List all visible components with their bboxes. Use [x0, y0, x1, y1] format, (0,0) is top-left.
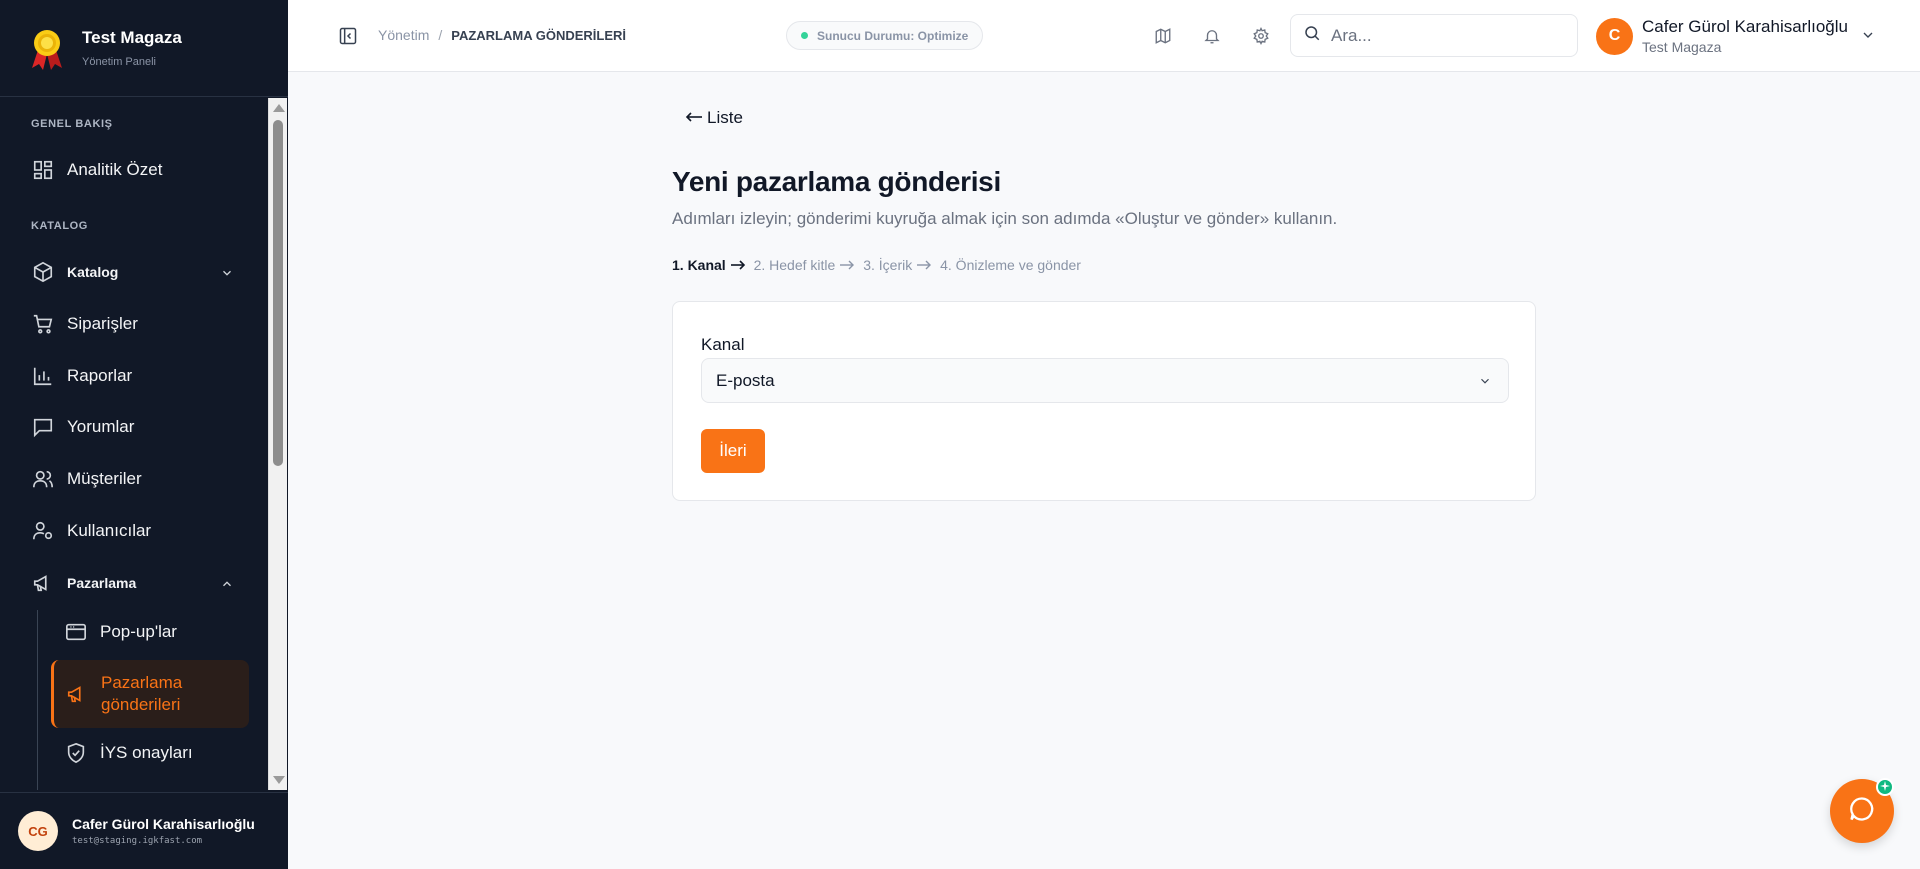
sidebar-item-orders[interactable]: Siparişler [31, 312, 138, 336]
profile-store: Test Magaza [1642, 39, 1722, 55]
topbar: Yönetim / PAZARLAMA GÖNDERİLERİ Sunucu D… [288, 0, 1920, 72]
sidebar-item-customers[interactable]: Müşteriler [31, 467, 142, 491]
breadcrumb-current: PAZARLAMA GÖNDERİLERİ [451, 27, 627, 43]
breadcrumb-separator: / [438, 27, 443, 43]
users-icon [31, 467, 55, 491]
sidebar-item-reviews[interactable]: Yorumlar [31, 415, 134, 439]
sidebar-item-reports[interactable]: Raporlar [31, 364, 132, 388]
search-box[interactable] [1290, 14, 1578, 57]
box-icon [31, 260, 55, 284]
submenu-guide-line [37, 610, 38, 790]
channel-form-card: Kanal E-posta İleri [672, 301, 1536, 501]
sidebar-item-label: Yorumlar [67, 417, 135, 436]
brand-header[interactable]: Test Magaza Yönetim Paneli [0, 0, 288, 97]
megaphone-icon [65, 682, 89, 706]
sidebar-item-label: Raporlar [67, 366, 133, 385]
chat-status-badge [1876, 778, 1894, 796]
chevron-down-icon[interactable] [1860, 27, 1876, 48]
bell-icon[interactable] [1201, 25, 1223, 47]
arrow-right-icon [730, 257, 746, 273]
sidebar-item-label: Pazarlama [67, 575, 137, 591]
sidebar-subitem-label: Pop-up'lar [100, 622, 177, 641]
page-title: Yeni pazarlama gönderisi [672, 166, 1001, 197]
medal-icon [26, 26, 68, 70]
page-subtitle: Adımları izleyin; gönderimi kuyruğa alma… [672, 209, 1338, 228]
megaphone-icon [31, 571, 55, 595]
sidebar-item-catalog[interactable]: Katalog [31, 260, 118, 284]
cart-icon [31, 312, 55, 336]
sidebar-item-label: Müşteriler [67, 469, 142, 488]
user-cog-icon [31, 519, 55, 543]
channel-select-value: E-posta [716, 370, 775, 390]
avatar: CG [18, 811, 58, 851]
window-icon [64, 620, 88, 644]
user-email: test@staging.igkfast.com [72, 836, 203, 846]
channel-label: Kanal [701, 335, 745, 354]
sidebar-collapse-icon[interactable] [338, 26, 358, 46]
sidebar-item-marketing[interactable]: Pazarlama [31, 571, 136, 595]
chevron-down-icon[interactable] [220, 266, 234, 285]
sidebar: Test Magaza Yönetim Paneli GENEL BAKIŞ A… [0, 0, 288, 869]
sidebar-subitem-marketing-sends[interactable]: Pazarlama gönderileri [51, 660, 249, 728]
avatar: C [1596, 17, 1633, 55]
brand-title: Test Magaza [82, 28, 182, 47]
sidebar-user-footer[interactable]: CG Cafer Gürol Karahisarlıoğlu test@stag… [0, 792, 288, 869]
section-label-overview: GENEL BAKIŞ [31, 118, 113, 130]
brand-subtitle: Yönetim Paneli [82, 56, 156, 68]
sidebar-subitem-label: Pazarlama gönderileri [101, 673, 183, 714]
arrow-left-icon [685, 108, 703, 128]
sidebar-subitem-label: İYS onayları [100, 743, 193, 762]
bar-chart-icon [31, 364, 55, 388]
arrow-right-icon [916, 257, 932, 273]
step-2: 2. Hedef kitle [754, 257, 856, 273]
sidebar-item-label: Kullanıcılar [67, 521, 152, 540]
chat-bubble-icon [1848, 795, 1876, 828]
arrow-right-icon [839, 257, 855, 273]
channel-select[interactable]: E-posta [701, 358, 1509, 403]
back-to-list-link[interactable]: Liste [685, 108, 743, 128]
breadcrumb-parent[interactable]: Yönetim [378, 27, 429, 43]
chevron-down-icon [1478, 373, 1492, 393]
status-dot [801, 32, 808, 39]
scrollbar-thumb[interactable] [273, 120, 283, 466]
sidebar-scrollbar[interactable] [268, 98, 287, 790]
dashboard-icon [31, 158, 55, 182]
message-icon [31, 415, 55, 439]
profile-name: Cafer Gürol Karahisarlıoğlu [1642, 17, 1848, 36]
sidebar-nav: GENEL BAKIŞ Analitik Özet KATALOG Katalo… [0, 98, 268, 790]
sidebar-item-label: Analitik Özet [67, 160, 163, 179]
sidebar-item-analytics[interactable]: Analitik Özet [31, 158, 162, 182]
gear-icon[interactable] [1250, 25, 1272, 47]
sidebar-item-users[interactable]: Kullanıcılar [31, 519, 151, 543]
user-name: Cafer Gürol Karahisarlıoğlu [72, 816, 255, 832]
shield-check-icon [64, 741, 88, 765]
breadcrumb: Yönetim / PAZARLAMA GÖNDERİLERİ [378, 27, 626, 43]
sidebar-item-label: Siparişler [67, 314, 138, 333]
scroll-up-arrow[interactable] [273, 104, 285, 112]
sidebar-item-label: Katalog [67, 264, 119, 280]
chevron-up-icon[interactable] [220, 577, 234, 596]
sidebar-subitem-iys[interactable]: İYS onayları [64, 741, 193, 765]
step-3: 3. İçerik [863, 257, 932, 273]
sparkle-icon [1880, 778, 1890, 796]
section-label-catalog: KATALOG [31, 220, 88, 232]
step-1: 1. Kanal [672, 257, 746, 273]
map-icon[interactable] [1152, 25, 1174, 47]
server-status-badge: Sunucu Durumu: Optimize [786, 21, 984, 50]
stepper: 1. Kanal 2. Hedef kitle 3. İçerik 4. Öni… [672, 257, 1089, 273]
sidebar-subitem-popups[interactable]: Pop-up'lar [64, 620, 177, 644]
server-status-text: Sunucu Durumu: Optimize [817, 28, 969, 43]
scroll-down-arrow[interactable] [273, 776, 285, 784]
step-4: 4. Önizleme ve gönder [940, 257, 1081, 273]
search-input[interactable] [1331, 25, 1561, 46]
search-icon [1303, 24, 1321, 47]
profile-menu[interactable]: C Cafer Gürol Karahisarlıoğlu Test Magaz… [1596, 17, 1848, 55]
back-label: Liste [707, 108, 743, 127]
next-button[interactable]: İleri [701, 429, 765, 473]
